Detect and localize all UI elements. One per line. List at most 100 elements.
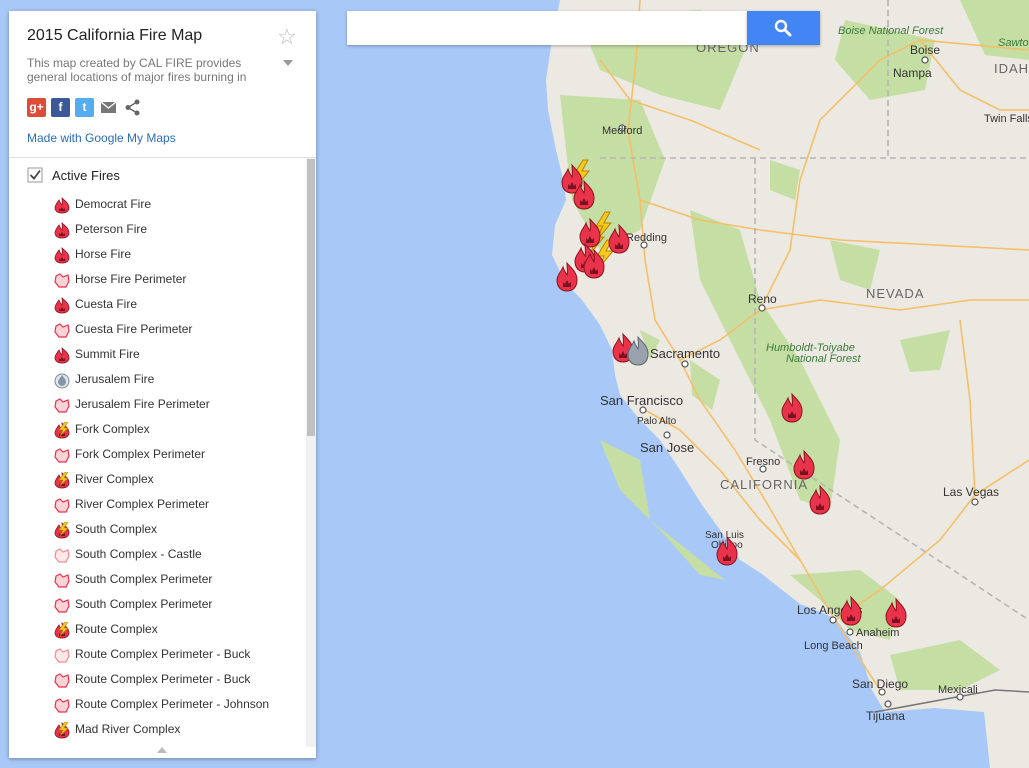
layer-item[interactable]: River Complex [53, 469, 305, 491]
layer-item-label: Horse Fire Perimeter [75, 272, 187, 286]
lightning-fire-icon [54, 422, 70, 439]
lightning-fire-icon [54, 622, 70, 639]
fire-icon [54, 222, 70, 239]
layer-item[interactable]: Route Complex Perimeter - Buck [53, 644, 305, 666]
perimeter-light-icon [54, 648, 70, 663]
lightning-fire-icon [54, 472, 70, 489]
layer-item[interactable]: Horse Fire [53, 244, 305, 266]
layer-item[interactable]: Peterson Fire [53, 219, 305, 241]
layer-item-label: Jerusalem Fire Perimeter [75, 397, 210, 411]
panel-header: 2015 California Fire Map ☆ This map crea… [9, 11, 316, 158]
map-label-fresno: Fresno [746, 456, 780, 468]
lightning-fire-icon [54, 522, 70, 539]
map-label-tijuana: Tijuana [866, 709, 905, 723]
layer-item[interactable]: Cuesta Fire [53, 294, 305, 316]
search-input[interactable] [347, 11, 747, 45]
perimeter-icon [54, 673, 70, 688]
map-label-humboldt-2: National Forest [786, 353, 862, 365]
layer-item[interactable]: Jerusalem Fire [53, 369, 305, 391]
layer-item[interactable]: South Complex [53, 519, 305, 541]
collapse-panel-icon[interactable] [157, 747, 167, 753]
map-label-san-diego: San Diego [852, 677, 908, 691]
layer-item-label: Route Complex [75, 622, 158, 636]
layer-item[interactable]: South Complex Perimeter [53, 569, 305, 591]
fire-icon [54, 247, 70, 264]
map-label-sawtooth: Sawto [998, 37, 1029, 49]
map-label-sacramento: Sacramento [650, 346, 720, 361]
map-label-california: CALIFORNIA [720, 477, 808, 492]
perimeter-icon [54, 498, 70, 513]
layer-item-label: Peterson Fire [75, 222, 148, 236]
layer-item-label: South Complex [75, 522, 158, 536]
map-sidebar: 2015 California Fire Map ☆ This map crea… [9, 11, 316, 758]
perimeter-icon [54, 573, 70, 588]
layer-item-label: Fork Complex Perimeter [75, 447, 206, 461]
layer-item[interactable]: Fork Complex [53, 419, 305, 441]
layer-item[interactable]: Mad River Complex [53, 719, 305, 741]
layer-item-label: South Complex - Castle [75, 547, 202, 561]
layer-item-label: Cuesta Fire [75, 297, 138, 311]
email-icon[interactable] [99, 98, 118, 117]
layer-item-label: Democrat Fire [75, 197, 152, 211]
lightning-fire-icon [54, 722, 70, 739]
layer-item[interactable]: South Complex - Castle [53, 544, 305, 566]
map-label-palo-alto-2: Alto [659, 416, 677, 427]
perimeter-light-icon [54, 548, 70, 563]
expand-description-icon[interactable] [283, 60, 293, 66]
search-button[interactable] [747, 11, 820, 45]
layer-item-label: South Complex Perimeter [75, 572, 213, 586]
layer-checkbox[interactable] [27, 167, 43, 183]
perimeter-icon [54, 448, 70, 463]
fire-icon [54, 347, 70, 364]
layer-item[interactable]: Route Complex [53, 619, 305, 641]
map-label-reno: Reno [748, 292, 777, 306]
perimeter-icon [54, 323, 70, 338]
layer-item-label: Route Complex Perimeter - Buck [75, 647, 251, 661]
contained-fire-icon [54, 373, 70, 389]
layer-item-label: Horse Fire [75, 247, 132, 261]
layer-item-label: Cuesta Fire Perimeter [75, 322, 193, 336]
map-label-boise-nf: Boise National Forest [838, 25, 944, 37]
layer-item[interactable]: Democrat Fire [53, 194, 305, 216]
map-label-anaheim: Anaheim [856, 627, 899, 639]
twitter-icon[interactable]: t [75, 98, 94, 117]
made-with-link[interactable]: Made with Google My Maps [27, 131, 176, 145]
map-title: 2015 California Fire Map [27, 27, 203, 44]
layer-item[interactable]: South Complex Perimeter [53, 594, 305, 616]
layer-item[interactable]: Route Complex Perimeter - Buck [53, 669, 305, 691]
perimeter-icon [54, 698, 70, 713]
scrollbar[interactable] [306, 158, 316, 747]
map-label-nevada: NEVADA [866, 286, 925, 301]
map-label-long-beach: Long Beach [804, 640, 863, 652]
map-label-twin-falls: Twin Falls [984, 113, 1029, 125]
facebook-icon[interactable]: f [51, 98, 70, 117]
layer-item-label: Jerusalem Fire [75, 372, 155, 386]
layer-item-label: Mad River Complex [75, 722, 181, 736]
layer-item[interactable]: Cuesta Fire Perimeter [53, 319, 305, 341]
fire-icon [54, 297, 70, 314]
map-label-san-jose: San Jose [640, 440, 694, 455]
layer-item-label: Summit Fire [75, 347, 140, 361]
layer-item[interactable]: Fork Complex Perimeter [53, 444, 305, 466]
layer-item-label: South Complex Perimeter [75, 597, 213, 611]
layer-item[interactable]: Jerusalem Fire Perimeter [53, 394, 305, 416]
perimeter-icon [54, 273, 70, 288]
map-description: This map created by CAL FIRE provides ge… [27, 56, 247, 84]
layer-item[interactable]: Route Complex Perimeter - Johnson [53, 694, 305, 716]
fire-icon [54, 197, 70, 214]
star-icon[interactable]: ☆ [277, 24, 297, 50]
layer-list: Active Fires Democrat Fire Peterson Fire H… [9, 158, 305, 747]
layer-name: Active Fires [52, 168, 120, 183]
layer-item-label: River Complex [75, 472, 154, 486]
perimeter-icon [54, 398, 70, 413]
layer-item[interactable]: Horse Fire Perimeter [53, 269, 305, 291]
google-plus-icon[interactable]: g+ [27, 98, 46, 117]
scrollbar-thumb[interactable] [307, 159, 315, 436]
share-icon[interactable] [123, 98, 142, 117]
search-icon [774, 19, 792, 37]
layer-item[interactable]: River Complex Perimeter [53, 494, 305, 516]
map-label-nampa: Nampa [893, 66, 932, 80]
layer-item[interactable]: Summit Fire [53, 344, 305, 366]
map-label-mexicali: Mexicali [938, 684, 978, 696]
map-label-las-vegas: Las Vegas [943, 485, 999, 499]
